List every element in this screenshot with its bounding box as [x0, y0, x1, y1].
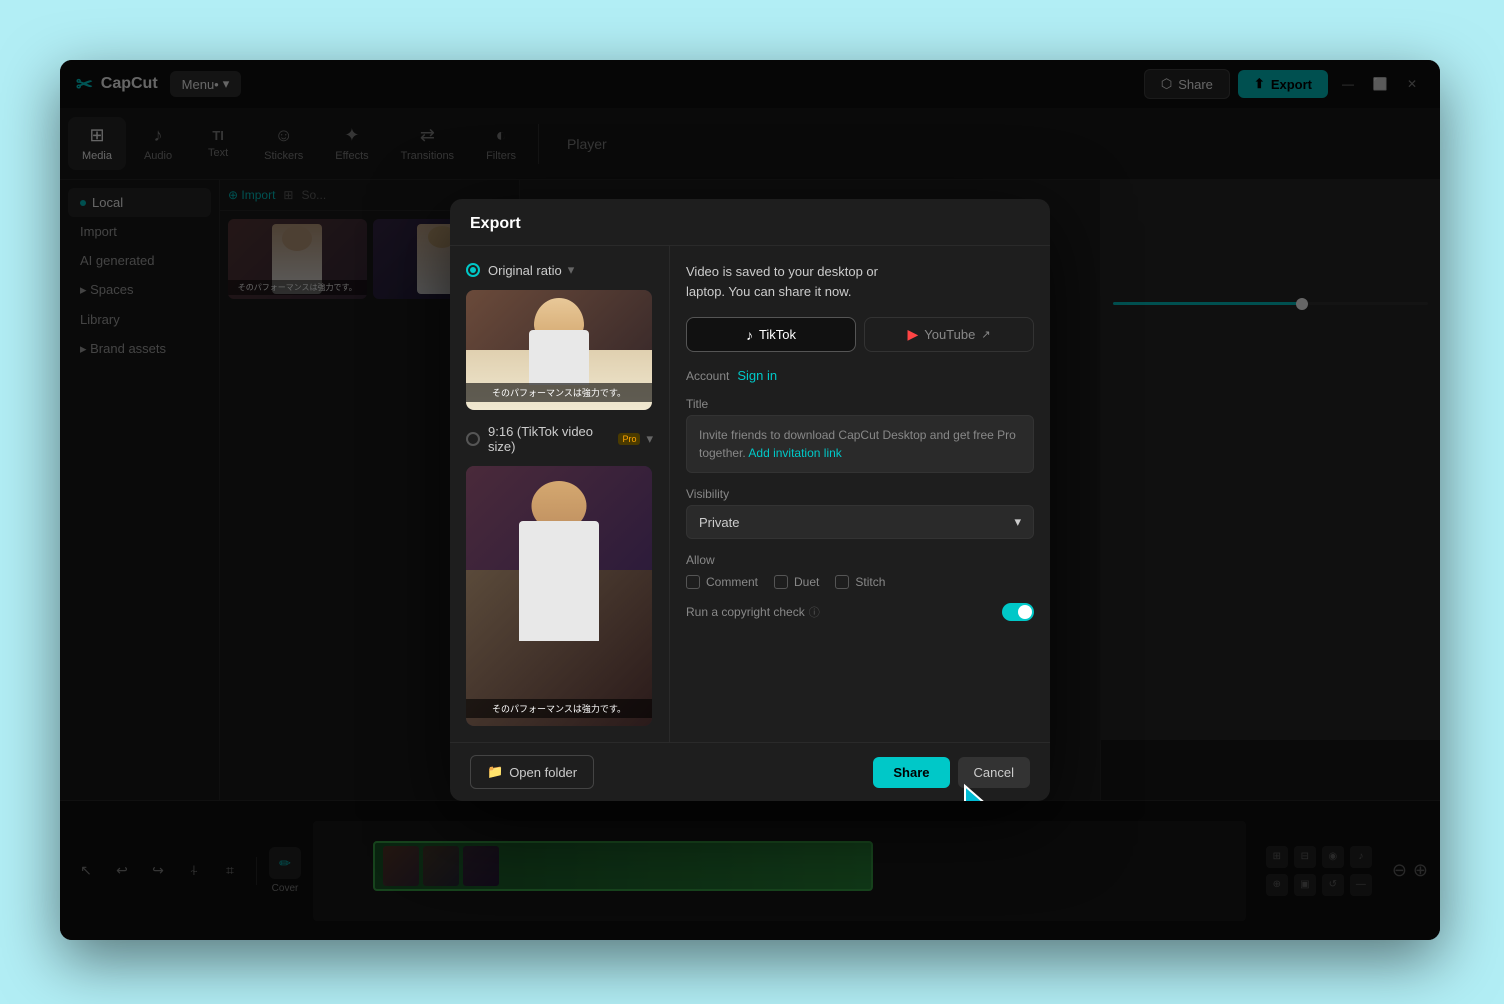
ratio-original-label: Original ratio ▾ — [488, 262, 574, 278]
export-modal: Export Original ratio ▾ — [450, 199, 1050, 801]
visibility-value: Private — [699, 515, 739, 530]
saved-message: Video is saved to your desktop orlaptop.… — [686, 262, 1034, 301]
comment-checkbox[interactable] — [686, 575, 700, 589]
preview-bg-tiktok: そのパフォーマンスは強力です。 — [466, 466, 652, 726]
radio-tiktok[interactable] — [466, 432, 480, 446]
app-window: ✂ CapCut Menu• ▾ ⬡ Share ⬆ Export — ⬜ ✕ … — [60, 60, 1440, 940]
tiktok-tab-label: TikTok — [759, 327, 796, 342]
account-section: Account Sign in — [686, 368, 1034, 383]
tiktok-chevron-icon: ▾ — [646, 431, 653, 447]
ratio-dropdown-icon: ▾ — [568, 262, 575, 278]
allow-comment[interactable]: Comment — [686, 575, 758, 589]
allow-label: Allow — [686, 553, 1034, 567]
comment-label: Comment — [706, 575, 758, 589]
title-row: Title Invite friends to download CapCut … — [686, 397, 1034, 473]
allow-section: Allow Comment Duet — [686, 553, 1034, 589]
visibility-label: Visibility — [686, 487, 1034, 501]
sign-in-link[interactable]: Sign in — [737, 368, 777, 383]
add-invitation-link[interactable]: Add invitation link — [748, 446, 841, 460]
preview-original: そのパフォーマンスは強力です。 — [466, 290, 652, 410]
modal-body: Original ratio ▾ そのパフォーマンスは強力です。 — [450, 246, 1050, 742]
cursor-arrow-svg — [960, 781, 1020, 801]
modal-right: Video is saved to your desktop orlaptop.… — [670, 246, 1050, 742]
preview-bg-original: そのパフォーマンスは強力です。 — [466, 290, 652, 410]
open-folder-button[interactable]: 📁 Open folder — [470, 755, 594, 789]
youtube-icon: ▶ — [907, 326, 918, 343]
preview-subtitle-2: そのパフォーマンスは強力です。 — [466, 699, 652, 718]
external-link-icon: ↗ — [981, 328, 990, 341]
youtube-tab-label: YouTube — [924, 327, 975, 342]
preview-subtitle-1: そのパフォーマンスは強力です。 — [466, 383, 652, 402]
copyright-label: Run a copyright check ⓘ — [686, 604, 820, 620]
open-folder-label: Open folder — [509, 765, 577, 780]
folder-icon: 📁 — [487, 764, 503, 780]
visibility-row: Visibility Private ▾ — [686, 487, 1034, 539]
visibility-chevron-icon: ▾ — [1014, 514, 1021, 530]
tiktok-tab[interactable]: ♪ TikTok — [686, 317, 856, 352]
stitch-checkbox[interactable] — [835, 575, 849, 589]
modal-share-label: Share — [893, 765, 929, 780]
copyright-row: Run a copyright check ⓘ — [686, 603, 1034, 621]
ratio-option-tiktok[interactable]: 9:16 (TikTok video size) Pro ▾ — [466, 424, 653, 454]
modal-cancel-label: Cancel — [974, 765, 1014, 780]
tiktok-icon: ♪ — [746, 327, 753, 343]
title-label: Title — [686, 397, 1034, 411]
copyright-label-text: Run a copyright check — [686, 605, 805, 619]
allow-stitch[interactable]: Stitch — [835, 575, 885, 589]
modal-header: Export — [450, 199, 1050, 246]
stitch-label: Stitch — [855, 575, 885, 589]
youtube-tab[interactable]: ▶ YouTube ↗ — [864, 317, 1034, 352]
modal-overlay: Export Original ratio ▾ — [60, 60, 1440, 940]
title-input[interactable]: Invite friends to download CapCut Deskto… — [686, 415, 1034, 473]
visibility-select[interactable]: Private ▾ — [686, 505, 1034, 539]
allow-duet[interactable]: Duet — [774, 575, 819, 589]
radio-original[interactable] — [466, 263, 480, 277]
share-tabs: ♪ TikTok ▶ YouTube ↗ — [686, 317, 1034, 352]
ratio-tiktok-label: 9:16 (TikTok video size) Pro ▾ — [488, 424, 653, 454]
copyright-toggle[interactable] — [1002, 603, 1034, 621]
modal-left: Original ratio ▾ そのパフォーマンスは強力です。 — [450, 246, 670, 742]
allow-options: Comment Duet Stitch — [686, 575, 1034, 589]
modal-share-button[interactable]: Share — [873, 757, 949, 788]
account-label: Account — [686, 369, 729, 383]
duet-label: Duet — [794, 575, 819, 589]
pro-badge-tiktok: Pro — [618, 433, 640, 445]
copyright-info-icon: ⓘ — [809, 604, 820, 620]
duet-checkbox[interactable] — [774, 575, 788, 589]
ratio-option-original[interactable]: Original ratio ▾ — [466, 262, 653, 278]
modal-title: Export — [470, 215, 521, 232]
preview-tiktok: そのパフォーマンスは強力です。 — [466, 466, 652, 726]
toggle-thumb — [1018, 605, 1032, 619]
